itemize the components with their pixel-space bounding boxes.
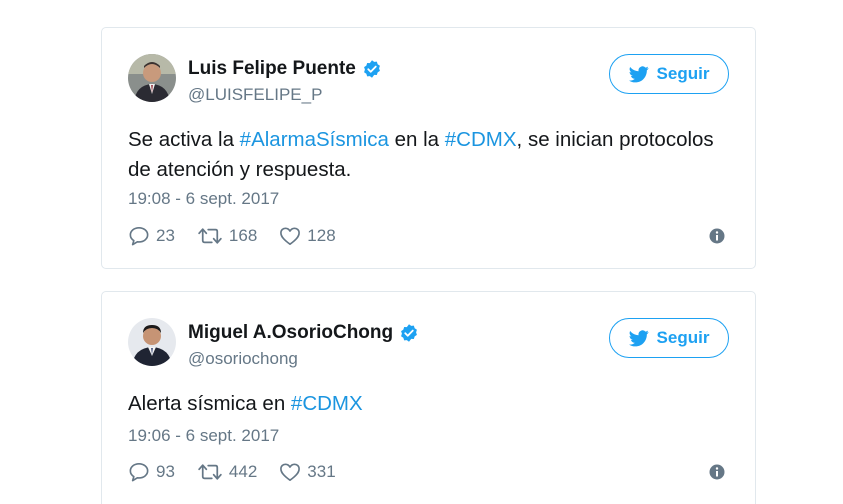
user-handle[interactable]: @LUISFELIPE_P [188,85,322,105]
avatar[interactable] [128,318,176,366]
like-button[interactable]: 331 [279,462,336,482]
retweet-count: 168 [228,226,258,245]
follow-button[interactable]: Seguir [609,318,729,358]
tweet-timestamp[interactable]: 19:06 - 6 sept. 2017 [128,426,279,446]
retweet-button[interactable]: 168 [197,226,257,246]
hashtag-link[interactable]: #AlarmaSísmica [240,128,389,151]
tweet-actions: 23 168 128 [128,226,358,246]
tweet-text-part: Alerta sísmica en [128,392,291,415]
tweet-text: Se activa la #AlarmaSísmica en la #CDMX,… [128,125,731,185]
user-handle[interactable]: @osoriochong [188,349,298,369]
retweet-button[interactable]: 442 [197,462,257,482]
like-button[interactable]: 128 [279,226,336,246]
verified-badge-icon [363,60,380,78]
user-name[interactable]: Luis Felipe Puente [188,58,382,80]
retweet-count: 442 [228,462,258,481]
reply-count: 23 [156,226,175,245]
reply-button[interactable]: 23 [128,226,175,246]
info-icon[interactable] [709,464,725,480]
retweet-icon [198,228,222,244]
user-name-text[interactable]: Luis Felipe Puente [188,58,356,80]
verified-badge-icon [401,324,418,342]
tweet-card: Luis Felipe Puente @LUISFELIPE_P Seguir … [101,27,756,269]
tweet-text-part: en la [388,128,445,151]
comment-icon [129,463,149,482]
heart-icon [280,463,301,481]
retweet-icon [198,464,222,480]
follow-button[interactable]: Seguir [609,54,729,94]
tweet-text: Alerta sísmica en #CDMX [128,389,731,419]
hashtag-link[interactable]: #CDMX [445,128,517,151]
like-count: 128 [307,226,336,245]
comment-icon [129,227,149,246]
hashtag-link[interactable]: #CDMX [291,392,363,415]
like-count: 331 [307,462,336,481]
tweet-feed: Luis Felipe Puente @LUISFELIPE_P Seguir … [0,0,843,504]
follow-button-label[interactable]: Seguir [657,328,710,348]
tweet-card: Miguel A.OsorioChong @osoriochong Seguir… [101,291,756,504]
tweet-text-part: Se activa la [128,128,240,151]
avatar[interactable] [128,54,176,102]
twitter-bird-icon [628,65,649,82]
tweet-timestamp[interactable]: 19:08 - 6 sept. 2017 [128,189,279,209]
reply-count: 93 [156,462,175,481]
tweet-actions: 93 442 331 [128,462,358,482]
follow-button-label[interactable]: Seguir [657,64,710,84]
user-name[interactable]: Miguel A.OsorioChong [188,322,419,344]
info-icon[interactable] [709,228,725,244]
twitter-bird-icon [628,329,649,346]
reply-button[interactable]: 93 [128,462,175,482]
user-name-text[interactable]: Miguel A.OsorioChong [188,322,393,344]
heart-icon [280,227,301,245]
